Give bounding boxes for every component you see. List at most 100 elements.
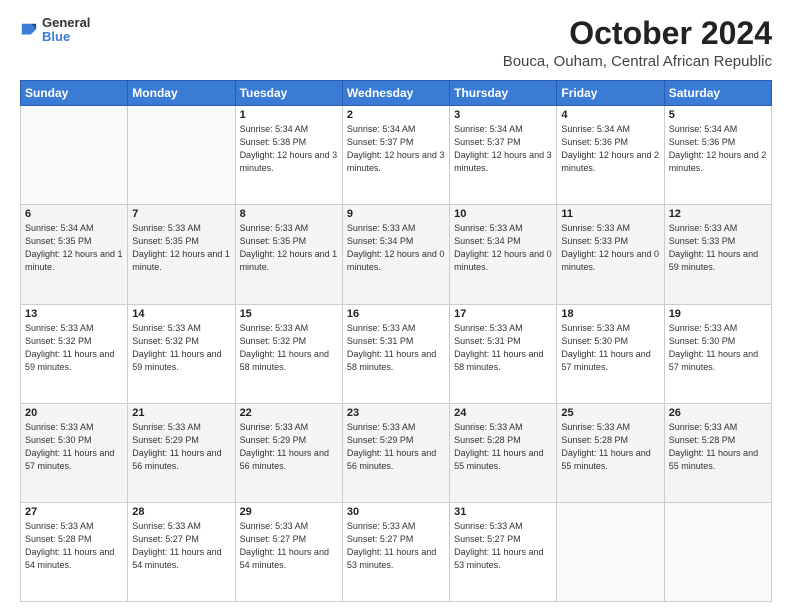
table-row: 5 Sunrise: 5:34 AM Sunset: 5:36 PM Daylig… (664, 106, 771, 205)
day-number: 9 (347, 208, 445, 220)
day-number: 15 (240, 308, 338, 320)
day-number: 31 (454, 506, 552, 518)
calendar-header-row: Sunday Monday Tuesday Wednesday Thursday… (21, 81, 772, 106)
cell-info: Sunrise: 5:34 AM Sunset: 5:38 PM Dayligh… (240, 123, 338, 175)
table-row: 21 Sunrise: 5:33 AM Sunset: 5:29 PM Dayli… (128, 403, 235, 502)
table-row: 15Sunrise: 5:33 AM Sunset: 5:32 PM Dayli… (235, 304, 342, 403)
col-monday: Monday (128, 81, 235, 106)
cell-info: Sunrise: 5:33 AM Sunset: 5:27 PM Dayligh… (240, 520, 338, 572)
table-row: 25 Sunrise: 5:33 AM Sunset: 5:28 PM Dayli… (557, 403, 664, 502)
cell-info: Sunrise: 5:33 AM Sunset: 5:32 PM Dayligh… (132, 322, 230, 374)
col-saturday: Saturday (664, 81, 771, 106)
table-row: 10 Sunrise: 5:33 AM Sunset: 5:34 PM Dayli… (450, 205, 557, 304)
table-row (664, 502, 771, 601)
day-number: 20 (25, 407, 123, 419)
cell-info: Sunrise: 5:33 AM Sunset: 5:28 PM Dayligh… (454, 421, 552, 473)
day-number: 29 (240, 506, 338, 518)
cell-info: Sunrise: 5:33 AM Sunset: 5:29 PM Dayligh… (240, 421, 338, 473)
cell-info: Sunrise: 5:33 AM Sunset: 5:30 PM Dayligh… (561, 322, 659, 374)
table-row: 8 Sunrise: 5:33 AM Sunset: 5:35 PM Daylig… (235, 205, 342, 304)
logo: General Blue (20, 16, 90, 45)
subtitle: Bouca, Ouham, Central African Republic (503, 53, 772, 70)
cell-info: Sunrise: 5:33 AM Sunset: 5:28 PM Dayligh… (561, 421, 659, 473)
cell-info: Sunrise: 5:33 AM Sunset: 5:29 PM Dayligh… (132, 421, 230, 473)
header: General Blue October 2024 Bouca, Ouham, … (20, 16, 772, 70)
cell-info: Sunrise: 5:33 AM Sunset: 5:34 PM Dayligh… (454, 222, 552, 274)
cell-info: Sunrise: 5:34 AM Sunset: 5:37 PM Dayligh… (347, 123, 445, 175)
day-number: 10 (454, 208, 552, 220)
day-number: 16 (347, 308, 445, 320)
page: General Blue October 2024 Bouca, Ouham, … (0, 0, 792, 612)
logo-blue: Blue (42, 30, 90, 44)
cell-info: Sunrise: 5:33 AM Sunset: 5:35 PM Dayligh… (240, 222, 338, 274)
calendar-table: Sunday Monday Tuesday Wednesday Thursday… (20, 80, 772, 602)
day-number: 23 (347, 407, 445, 419)
day-number: 30 (347, 506, 445, 518)
table-row (21, 106, 128, 205)
cell-info: Sunrise: 5:33 AM Sunset: 5:30 PM Dayligh… (25, 421, 123, 473)
table-row (128, 106, 235, 205)
table-row: 28 Sunrise: 5:33 AM Sunset: 5:27 PM Dayli… (128, 502, 235, 601)
day-number: 12 (669, 208, 767, 220)
day-number: 26 (669, 407, 767, 419)
day-number: 7 (132, 208, 230, 220)
day-number: 21 (132, 407, 230, 419)
table-row (557, 502, 664, 601)
col-wednesday: Wednesday (342, 81, 449, 106)
table-row: 4 Sunrise: 5:34 AM Sunset: 5:36 PM Daylig… (557, 106, 664, 205)
cell-info: Sunrise: 5:33 AM Sunset: 5:27 PM Dayligh… (132, 520, 230, 572)
cell-info: Sunrise: 5:33 AM Sunset: 5:33 PM Dayligh… (561, 222, 659, 274)
calendar-week-row: 1 Sunrise: 5:34 AM Sunset: 5:38 PM Daylig… (21, 106, 772, 205)
cell-info: Sunrise: 5:34 AM Sunset: 5:35 PM Dayligh… (25, 222, 123, 274)
table-row: 7 Sunrise: 5:33 AM Sunset: 5:35 PM Daylig… (128, 205, 235, 304)
table-row: 29 Sunrise: 5:33 AM Sunset: 5:27 PM Dayli… (235, 502, 342, 601)
calendar-week-row: 20 Sunrise: 5:33 AM Sunset: 5:30 PM Dayli… (21, 403, 772, 502)
logo-general: General (42, 16, 90, 30)
day-number: 27 (25, 506, 123, 518)
day-number: 4 (561, 109, 659, 121)
cell-info: Sunrise: 5:33 AM Sunset: 5:29 PM Dayligh… (347, 421, 445, 473)
col-thursday: Thursday (450, 81, 557, 106)
table-row: 20 Sunrise: 5:33 AM Sunset: 5:30 PM Dayli… (21, 403, 128, 502)
day-number: 3 (454, 109, 552, 121)
table-row: 2 Sunrise: 5:34 AM Sunset: 5:37 PM Daylig… (342, 106, 449, 205)
day-number: 28 (132, 506, 230, 518)
table-row: 13 Sunrise: 5:33 AM Sunset: 5:32 PM Dayli… (21, 304, 128, 403)
table-row: 16Sunrise: 5:33 AM Sunset: 5:31 PM Dayli… (342, 304, 449, 403)
cell-info: Sunrise: 5:34 AM Sunset: 5:36 PM Dayligh… (561, 123, 659, 175)
logo-icon (20, 20, 38, 40)
cell-info: Sunrise: 5:33 AM Sunset: 5:30 PM Dayligh… (669, 322, 767, 374)
table-row: 11Sunrise: 5:33 AM Sunset: 5:33 PM Dayli… (557, 205, 664, 304)
day-number: 13 (25, 308, 123, 320)
table-row: 30 Sunrise: 5:33 AM Sunset: 5:27 PM Dayli… (342, 502, 449, 601)
cell-info: Sunrise: 5:33 AM Sunset: 5:32 PM Dayligh… (25, 322, 123, 374)
table-row: 27 Sunrise: 5:33 AM Sunset: 5:28 PM Dayli… (21, 502, 128, 601)
day-number: 8 (240, 208, 338, 220)
day-number: 5 (669, 109, 767, 121)
table-row: 12 Sunrise: 5:33 AM Sunset: 5:33 PM Dayli… (664, 205, 771, 304)
day-number: 24 (454, 407, 552, 419)
cell-info: Sunrise: 5:34 AM Sunset: 5:37 PM Dayligh… (454, 123, 552, 175)
table-row: 9Sunrise: 5:33 AM Sunset: 5:34 PM Daylig… (342, 205, 449, 304)
table-row: 26 Sunrise: 5:33 AM Sunset: 5:28 PM Dayli… (664, 403, 771, 502)
title-block: October 2024 Bouca, Ouham, Central Afric… (503, 16, 772, 70)
day-number: 25 (561, 407, 659, 419)
cell-info: Sunrise: 5:33 AM Sunset: 5:28 PM Dayligh… (25, 520, 123, 572)
day-number: 18 (561, 308, 659, 320)
table-row: 31Sunrise: 5:33 AM Sunset: 5:27 PM Dayli… (450, 502, 557, 601)
day-number: 1 (240, 109, 338, 121)
cell-info: Sunrise: 5:33 AM Sunset: 5:33 PM Dayligh… (669, 222, 767, 274)
cell-info: Sunrise: 5:33 AM Sunset: 5:28 PM Dayligh… (669, 421, 767, 473)
table-row: 19Sunrise: 5:33 AM Sunset: 5:30 PM Dayli… (664, 304, 771, 403)
cell-info: Sunrise: 5:33 AM Sunset: 5:27 PM Dayligh… (347, 520, 445, 572)
cell-info: Sunrise: 5:33 AM Sunset: 5:35 PM Dayligh… (132, 222, 230, 274)
cell-info: Sunrise: 5:34 AM Sunset: 5:36 PM Dayligh… (669, 123, 767, 175)
day-number: 17 (454, 308, 552, 320)
table-row: 1 Sunrise: 5:34 AM Sunset: 5:38 PM Daylig… (235, 106, 342, 205)
table-row: 18 Sunrise: 5:33 AM Sunset: 5:30 PM Dayli… (557, 304, 664, 403)
col-sunday: Sunday (21, 81, 128, 106)
table-row: 23 Sunrise: 5:33 AM Sunset: 5:29 PM Dayli… (342, 403, 449, 502)
day-number: 6 (25, 208, 123, 220)
calendar-week-row: 6 Sunrise: 5:34 AM Sunset: 5:35 PM Daylig… (21, 205, 772, 304)
day-number: 2 (347, 109, 445, 121)
